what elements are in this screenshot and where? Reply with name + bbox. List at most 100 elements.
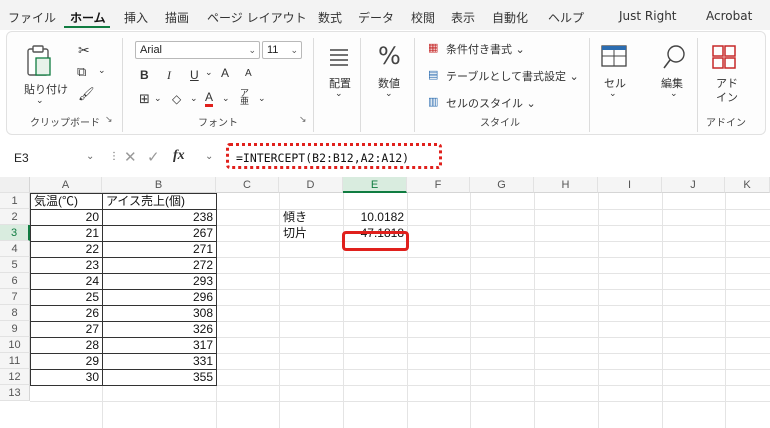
row-header-13[interactable]: 13 — [0, 385, 30, 401]
underline-dropdown-icon[interactable]: ⌄ — [205, 68, 213, 78]
fill-dropdown-icon[interactable]: ⌄ — [190, 94, 198, 104]
cell-b10[interactable]: 317 — [102, 337, 216, 353]
row-header-1[interactable]: 1 — [0, 193, 30, 209]
font-launcher-icon[interactable]: ↘ — [299, 115, 307, 125]
tab-data[interactable]: データ — [358, 9, 394, 26]
row-header-4[interactable]: 4 — [0, 241, 30, 257]
row-header-6[interactable]: 6 — [0, 273, 30, 289]
cell-a7[interactable]: 25 — [30, 289, 102, 305]
search-icon[interactable] — [662, 43, 688, 71]
cell-a3[interactable]: 21 — [30, 225, 102, 241]
borders-icon[interactable]: ⊞ — [139, 92, 150, 107]
row-header-11[interactable]: 11 — [0, 353, 30, 369]
row-header-3[interactable]: 3 — [0, 225, 30, 241]
row-header-8[interactable]: 8 — [0, 305, 30, 321]
fill-color-icon[interactable]: ◇ — [172, 92, 181, 106]
underline-button[interactable]: U — [190, 68, 199, 82]
column-header-h[interactable]: H — [534, 177, 598, 193]
cell-a10[interactable]: 28 — [30, 337, 102, 353]
column-header-b[interactable]: B — [102, 177, 216, 193]
bold-button[interactable]: B — [140, 68, 149, 82]
cell-a2[interactable]: 20 — [30, 209, 102, 225]
cell-a5[interactable]: 23 — [30, 257, 102, 273]
cancel-icon[interactable]: ✕ — [124, 148, 137, 166]
cell-b8[interactable]: 308 — [102, 305, 216, 321]
alignment-dropdown-icon[interactable]: ⌄ — [335, 89, 343, 99]
font-color-dropdown-icon[interactable]: ⌄ — [222, 94, 230, 104]
tab-draw[interactable]: 描画 — [165, 9, 189, 26]
tab-help[interactable]: ヘルプ — [548, 9, 584, 26]
cell-b7[interactable]: 296 — [102, 289, 216, 305]
italic-button[interactable]: I — [167, 68, 171, 83]
grow-font-button[interactable]: A — [221, 66, 229, 80]
paste-label[interactable]: 貼り付け — [24, 81, 68, 97]
add-ins-label-line2[interactable]: イン — [716, 89, 738, 105]
tab-review[interactable]: 校閲 — [411, 9, 435, 26]
cell-a8[interactable]: 26 — [30, 305, 102, 321]
cell-b1[interactable]: アイス売上(個) — [102, 193, 216, 209]
cell-b6[interactable]: 293 — [102, 273, 216, 289]
tab-formulas[interactable]: 数式 — [318, 9, 342, 26]
format-painter-icon[interactable]: 🖌 — [78, 87, 95, 102]
tab-insert[interactable]: 挿入 — [124, 9, 148, 26]
percent-icon[interactable]: % — [378, 42, 401, 70]
cell-b12[interactable]: 355 — [102, 369, 216, 385]
name-box-dropdown-icon[interactable]: ⌄ — [86, 151, 94, 162]
tab-view[interactable]: 表示 — [451, 9, 475, 26]
cell-b4[interactable]: 271 — [102, 241, 216, 257]
row-header-7[interactable]: 7 — [0, 289, 30, 305]
cell-a1[interactable]: 気温(℃) — [30, 193, 102, 209]
row-header-9[interactable]: 9 — [0, 321, 30, 337]
name-box[interactable]: E3 — [8, 148, 98, 168]
row-header-5[interactable]: 5 — [0, 257, 30, 273]
phonetic-icon[interactable]: ア亜 — [240, 90, 249, 107]
format-as-table-button[interactable]: テーブルとして書式設定 ⌄ — [446, 68, 579, 84]
column-header-d[interactable]: D — [279, 177, 343, 193]
cells-dropdown-icon[interactable]: ⌄ — [609, 89, 617, 99]
cell-styles-button[interactable]: セルのスタイル ⌄ — [446, 95, 536, 111]
font-name-select[interactable]: Arial ⌄ — [135, 41, 260, 59]
editing-dropdown-icon[interactable]: ⌄ — [670, 89, 678, 99]
cut-icon[interactable]: ✂ — [78, 43, 90, 59]
fx-dropdown-icon[interactable]: ⌄ — [205, 151, 213, 162]
tab-page-layout[interactable]: ページ レイアウト — [207, 9, 307, 26]
conditional-format-button[interactable]: 条件付き書式 ⌄ — [446, 41, 525, 57]
cell-a6[interactable]: 24 — [30, 273, 102, 289]
column-header-g[interactable]: G — [470, 177, 534, 193]
paste-icon[interactable] — [24, 44, 54, 78]
copy-dropdown-icon[interactable]: ⌄ — [98, 66, 106, 76]
tab-automate[interactable]: 自動化 — [492, 9, 528, 26]
row-header-10[interactable]: 10 — [0, 337, 30, 353]
row-header-12[interactable]: 12 — [0, 369, 30, 385]
tab-just-right[interactable]: Just Right — [619, 9, 677, 23]
cell-e2[interactable]: 10.0182 — [343, 209, 407, 225]
column-header-j[interactable]: J — [662, 177, 725, 193]
font-size-select[interactable]: 11 ⌄ — [262, 41, 302, 59]
insert-function-button[interactable]: fx — [173, 148, 185, 164]
column-header-a[interactable]: A — [30, 177, 102, 193]
paste-dropdown-icon[interactable]: ⌄ — [36, 96, 44, 106]
borders-dropdown-icon[interactable]: ⌄ — [154, 94, 162, 104]
column-header-i[interactable]: I — [598, 177, 662, 193]
font-color-button[interactable]: A — [205, 90, 214, 107]
number-dropdown-icon[interactable]: ⌄ — [385, 89, 393, 99]
worksheet-grid[interactable]: A B C D E F G H I J K 1 2 3 4 5 6 7 8 9 … — [0, 177, 770, 428]
cell-d2[interactable]: 傾き — [279, 209, 343, 225]
cell-b9[interactable]: 326 — [102, 321, 216, 337]
cell-a12[interactable]: 30 — [30, 369, 102, 385]
tab-file[interactable]: ファイル — [8, 9, 56, 26]
cell-a9[interactable]: 27 — [30, 321, 102, 337]
enter-icon[interactable]: ✓ — [147, 148, 160, 166]
copy-icon[interactable]: ⧉ — [77, 65, 86, 80]
phonetic-dropdown-icon[interactable]: ⌄ — [258, 94, 266, 104]
alignment-icon[interactable] — [328, 48, 350, 66]
cell-a4[interactable]: 22 — [30, 241, 102, 257]
shrink-font-button[interactable]: A — [245, 68, 252, 79]
cell-b3[interactable]: 267 — [102, 225, 216, 241]
cell-b11[interactable]: 331 — [102, 353, 216, 369]
cells-icon[interactable] — [600, 43, 628, 69]
column-header-c[interactable]: C — [216, 177, 279, 193]
cell-b2[interactable]: 238 — [102, 209, 216, 225]
select-all-corner[interactable] — [0, 177, 30, 193]
clipboard-launcher-icon[interactable]: ↘ — [105, 115, 113, 125]
